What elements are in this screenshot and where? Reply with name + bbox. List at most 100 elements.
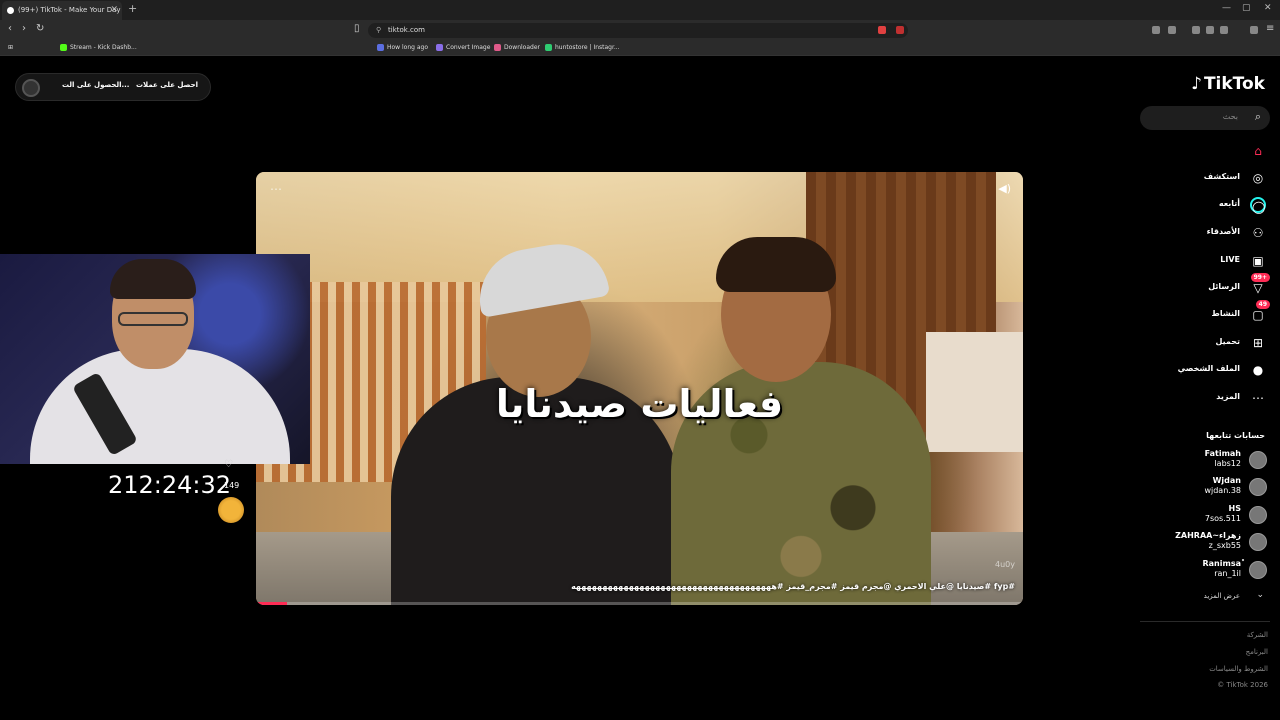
avatar[interactable] (22, 79, 40, 97)
tiktok-note-icon: ♪ (1191, 74, 1202, 94)
get-coins-link[interactable]: الحصول على الت... (62, 81, 129, 89)
maximize-icon[interactable]: ▢ (1242, 3, 1251, 13)
search-input[interactable]: بحث ⌕ (1140, 106, 1270, 130)
close-tab-icon[interactable]: ✕ (110, 1, 118, 20)
bookmark-item[interactable]: How long ago (377, 42, 428, 54)
video-progress-bar[interactable] (256, 602, 1023, 605)
footer-link[interactable]: الشروط والسياسات (1209, 665, 1268, 673)
followed-account[interactable]: HS 7sos.511 (1135, 504, 1280, 528)
profile-icon: ● (1252, 363, 1264, 377)
stream-timer: 212:24:32 (108, 471, 232, 499)
bookmark-item[interactable]: huntostore | Instagr... (545, 42, 620, 54)
nav-profile[interactable]: الملف الشخصي ● (1135, 360, 1280, 382)
tiktok-favicon-icon (7, 7, 14, 14)
top-actions-pill: الحصول على الت... احصل على عملات (15, 73, 211, 101)
browser-tab[interactable]: (99+) TikTok - Make Your Day ✕ (2, 1, 122, 20)
download-icon (494, 44, 501, 51)
right-sidebar: ♪ TikTok بحث ⌕ ⌂ استكشف ◎ أتابعه ◯ الأصدق… (1135, 57, 1280, 720)
copyright: © TikTok 2026 (1217, 681, 1268, 689)
nav-upload[interactable]: تحميل ⊞ (1135, 333, 1280, 355)
wallet-icon[interactable] (1220, 26, 1228, 34)
tab-title: (99+) TikTok - Make Your Day (18, 6, 121, 14)
video-more-icon[interactable]: ⋯ (270, 182, 282, 196)
extension-icon[interactable] (1168, 26, 1176, 34)
vpn-icon[interactable] (1250, 26, 1258, 34)
back-icon[interactable]: ‹ (8, 23, 12, 34)
tiktok-page: الحصول على الت... احصل على عملات ⋯ ◀) فع… (0, 57, 1280, 720)
video-description[interactable]: #fyp #صيدنايا @علي الاحمري @مجرم قيمز #م… (571, 582, 1015, 591)
heart-icon: ♡ (224, 459, 233, 470)
extension-icon[interactable] (1152, 26, 1160, 34)
avatar (1249, 506, 1267, 524)
convert-icon (436, 44, 443, 51)
friends-icon: ⚇ (1252, 226, 1264, 240)
followed-account[interactable]: ZAHRAA~زهراء z_sxb55 (1135, 531, 1280, 555)
messages-icon: ▽ (1253, 281, 1263, 295)
upload-icon: ⊞ (1252, 336, 1264, 350)
home-icon: ⌂ (1254, 144, 1262, 158)
live-icon: ▣ (1252, 254, 1264, 268)
footer-link[interactable]: البرنامج (1246, 648, 1268, 656)
close-window-icon[interactable]: ✕ (1264, 3, 1272, 13)
activity-icon: ▢ (1252, 308, 1264, 322)
bookmark-icon[interactable]: ▯ (354, 23, 360, 34)
following-accounts-title: حسابات تتابعها (1206, 431, 1265, 440)
show-more-button[interactable]: عرض المزيد ⌄ (1135, 590, 1280, 606)
streamer-webcam (0, 254, 310, 464)
followed-account[interactable]: Fatimah labs12 (1135, 449, 1280, 473)
media-icon[interactable] (1192, 26, 1200, 34)
sidebar-divider (1140, 621, 1270, 622)
video-watermark: 4u0y (995, 560, 1015, 569)
link-icon (377, 44, 384, 51)
nav-activity[interactable]: النشاط ▢ 49 (1135, 300, 1280, 327)
footer-link[interactable]: الشركة (1247, 631, 1268, 639)
new-tab-icon[interactable]: + (128, 2, 137, 15)
reload-icon[interactable]: ↻ (36, 23, 44, 34)
nav-messages[interactable]: الرسائل ▽ 99+ (1135, 273, 1280, 300)
nav-following[interactable]: أتابعه ◯ (1135, 195, 1280, 217)
avatar (1249, 478, 1267, 496)
volume-icon[interactable]: ◀) (998, 182, 1011, 195)
apps-icon[interactable]: ⊞ (8, 42, 13, 54)
bookmarks-bar: ⊞ Stream - Kick Dashb... How long ago Co… (0, 40, 1280, 56)
avatar (1249, 561, 1267, 579)
bookmark-item[interactable]: Convert Image (436, 42, 490, 54)
nav-explore[interactable]: استكشف ◎ (1135, 168, 1280, 190)
gift-count: 149 (224, 481, 240, 490)
address-bar[interactable]: ⚲ tiktok.com (368, 23, 908, 38)
video-caption: فعاليات صيدنايا (495, 382, 784, 426)
browser-nav-bar: ‹ › ↻ ▯ ⚲ tiktok.com ≡ (0, 20, 1280, 40)
nav-home[interactable]: ⌂ (1135, 141, 1280, 163)
site-info-icon[interactable]: ⚲ (376, 23, 381, 38)
followed-account[interactable]: Ranimsaْ ran_1il (1135, 559, 1280, 583)
avatar (1249, 451, 1267, 469)
tiktok-logo[interactable]: ♪ TikTok (1191, 74, 1265, 94)
get-app-link[interactable]: احصل على عملات (136, 81, 198, 89)
minimize-icon[interactable]: — (1222, 3, 1231, 13)
nav-more[interactable]: المزيد ⋯ (1135, 388, 1280, 410)
followed-account[interactable]: Wjdan wjdan.38 (1135, 476, 1280, 500)
following-icon: ◯ (1250, 197, 1266, 214)
compass-icon: ◎ (1252, 171, 1264, 185)
video-person (391, 236, 681, 605)
forward-icon[interactable]: › (22, 23, 26, 34)
menu-icon[interactable]: ≡ (1266, 23, 1274, 34)
rewards-icon[interactable] (896, 26, 904, 34)
coin-icon (218, 497, 244, 523)
nav-live[interactable]: LIVE ▣ (1135, 251, 1280, 273)
more-icon: ⋯ (1252, 391, 1264, 405)
search-icon[interactable]: ⌕ (1255, 110, 1261, 124)
activity-badge: 49 (1255, 300, 1270, 309)
messages-badge: 99+ (1250, 273, 1270, 282)
url-text: tiktok.com (388, 26, 425, 34)
nav-friends[interactable]: الأصدقاء ⚇ (1135, 223, 1280, 245)
video-progress-fill (256, 602, 287, 605)
video-player[interactable]: ⋯ ◀) فعاليات صيدنايا 4u0y #fyp #صيدنايا … (256, 172, 1023, 605)
bookmark-item[interactable]: Stream - Kick Dashb... (60, 42, 137, 54)
brave-shield-icon[interactable] (878, 26, 886, 34)
sidebar-icon[interactable] (1206, 26, 1214, 34)
avatar (1249, 533, 1267, 551)
bookmark-item[interactable]: Downloader (494, 42, 540, 54)
chevron-down-icon: ⌄ (1256, 590, 1264, 600)
kick-icon (60, 44, 67, 51)
